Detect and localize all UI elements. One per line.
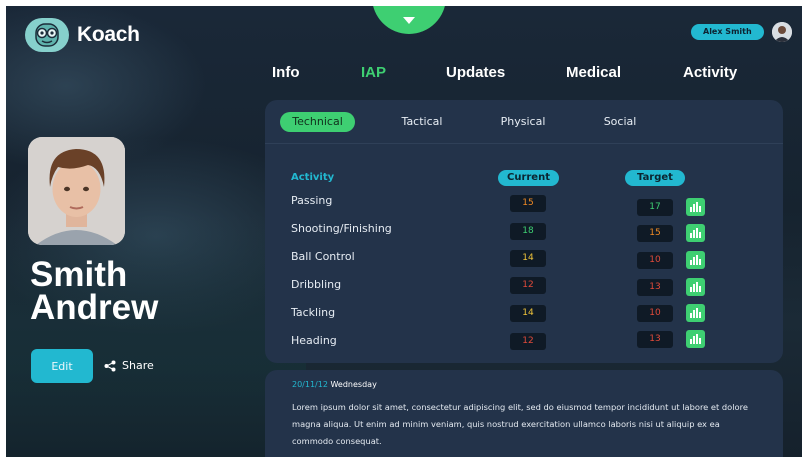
row-current-value: 12 — [510, 333, 546, 350]
row-activity-label: Ball Control — [291, 250, 355, 263]
bar-chart-icon[interactable] — [686, 251, 705, 269]
note-day: Wednesday — [330, 380, 377, 389]
edit-button[interactable]: Edit — [31, 349, 93, 383]
share-button[interactable]: Share — [104, 359, 154, 372]
row-activity-label: Passing — [291, 194, 333, 207]
player-last-name: Andrew — [30, 288, 159, 327]
row-target-value[interactable]: 10 — [637, 252, 673, 269]
tab-tactical[interactable]: Tactical — [387, 112, 457, 132]
background-stadium — [6, 216, 306, 457]
note-date: 20/11/12 Wednesday — [292, 380, 756, 389]
player-name: Smith Andrew — [30, 255, 159, 327]
column-header-target: Target — [625, 170, 685, 186]
player-first-name: Smith — [30, 255, 128, 294]
row-target-value[interactable]: 13 — [637, 279, 673, 296]
share-label: Share — [122, 359, 154, 372]
app-window: Koach Alex Smith Info IAP Updates Medica… — [6, 6, 802, 457]
column-header-current: Current — [498, 170, 559, 186]
app-logo[interactable]: Koach — [25, 18, 140, 52]
row-target-value[interactable]: 13 — [637, 331, 673, 348]
nav-item-activity[interactable]: Activity — [683, 64, 737, 81]
nav-item-iap[interactable]: IAP — [361, 64, 386, 81]
row-activity-label: Heading — [291, 334, 337, 347]
tab-technical[interactable]: Technical — [280, 112, 355, 132]
koach-logo-icon — [25, 18, 69, 52]
user-name-badge[interactable]: Alex Smith — [691, 24, 764, 40]
main-navigation: Info IAP Updates Medical Activity — [6, 64, 802, 84]
chevron-down-icon — [403, 10, 415, 29]
row-target-value[interactable]: 17 — [637, 199, 673, 216]
bar-chart-icon[interactable] — [686, 304, 705, 322]
row-target-value[interactable]: 10 — [637, 305, 673, 322]
player-photo — [28, 137, 125, 245]
row-activity-label: Dribbling — [291, 278, 342, 291]
note-text: Lorem ipsum dolor sit amet, consectetur … — [292, 402, 748, 446]
category-tabs: Technical Tactical Physical Social — [265, 100, 783, 144]
tab-physical[interactable]: Physical — [488, 112, 558, 132]
row-current-value: 14 — [510, 305, 546, 322]
row-target-value[interactable]: 15 — [637, 225, 673, 242]
note-date-value: 20/11/12 — [292, 380, 328, 389]
row-activity-label: Tackling — [291, 306, 336, 319]
nav-item-updates[interactable]: Updates — [446, 64, 505, 81]
bar-chart-icon[interactable] — [686, 224, 705, 242]
user-avatar-icon[interactable] — [772, 22, 792, 42]
tab-social[interactable]: Social — [585, 112, 655, 132]
row-current-value: 15 — [510, 195, 546, 212]
update-note-card: 20/11/12 Wednesday Lorem ipsum dolor sit… — [265, 370, 783, 457]
collapse-toggle-button[interactable] — [372, 6, 446, 34]
column-header-activity: Activity — [291, 172, 335, 183]
nav-item-medical[interactable]: Medical — [566, 64, 621, 81]
share-icon — [104, 360, 116, 371]
row-current-value: 12 — [510, 277, 546, 294]
row-current-value: 18 — [510, 223, 546, 240]
app-name: Koach — [77, 23, 140, 46]
bar-chart-icon[interactable] — [686, 278, 705, 296]
bar-chart-icon[interactable] — [686, 198, 705, 216]
nav-item-info[interactable]: Info — [272, 64, 300, 81]
bar-chart-icon[interactable] — [686, 330, 705, 348]
row-current-value: 14 — [510, 250, 546, 267]
iap-stats-card: Technical Tactical Physical Social Activ… — [265, 100, 783, 363]
row-activity-label: Shooting/Finishing — [291, 222, 392, 235]
